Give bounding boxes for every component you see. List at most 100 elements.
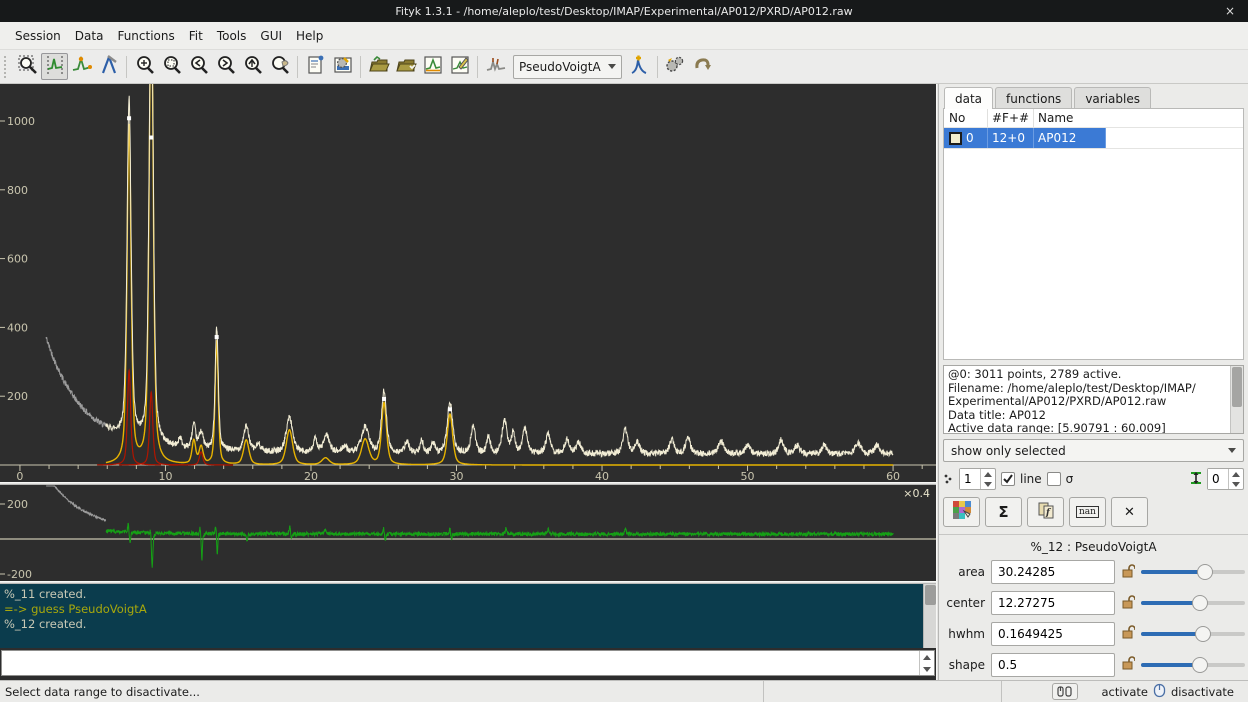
point-size-spinbox[interactable] [959,468,996,490]
menu-help[interactable]: Help [289,25,330,47]
mouse-icon [1153,683,1166,701]
shift-spinbox[interactable] [1207,468,1244,490]
zoom-out-button[interactable] [212,53,239,80]
dataset-name: AP012 [1034,128,1106,148]
copy-functions-button[interactable]: f [1027,497,1064,527]
command-input[interactable] [2,651,919,675]
info-scrollbar[interactable] [1230,366,1243,433]
menu-tools[interactable]: Tools [210,25,254,47]
menu-session[interactable]: Session [8,25,68,47]
grid-header-f[interactable]: #F+# [988,109,1034,127]
tab-functions[interactable]: functions [995,87,1072,109]
sigma-checkbox[interactable] [1047,472,1061,486]
sum-button[interactable]: Σ [985,497,1022,527]
table-row[interactable]: 0 12+0 AP012 [944,128,1243,149]
zoom-selection-icon [161,54,183,80]
plot-column: 01020304050602004006008001000 200-200 ×0… [0,84,936,680]
add-function-icon [628,54,650,80]
dataset-checkbox[interactable] [949,132,962,145]
param-shape-input[interactable] [991,653,1115,677]
chevron-down-icon [1228,448,1236,453]
point-size-input[interactable] [960,469,980,489]
set-nan-button[interactable]: nan [1069,497,1106,527]
load-data-button[interactable] [365,53,392,80]
grid-header-name[interactable]: Name [1034,109,1106,127]
nan-label: nan [1076,506,1099,518]
open-folder-plus-icon [395,54,417,80]
data-range-mode-button[interactable] [41,53,68,80]
svg-text:200: 200 [7,390,28,403]
mouse-hint-button[interactable] [1052,683,1078,700]
param-label: center [943,596,985,610]
add-point-mode-icon [98,54,120,80]
history-up-icon[interactable] [920,651,934,663]
color-gradient-button[interactable] [943,497,980,527]
sigma-sum-label: Σ [998,503,1008,521]
grid-header-row: No #F+# Name [944,109,1243,128]
param-area-slider[interactable] [1141,563,1245,581]
command-history-spinner[interactable] [919,651,934,675]
param-row-area: area [943,557,1244,588]
param-shape-slider[interactable] [1141,656,1245,674]
dataset-no: 0 [966,131,974,145]
zoom-mode-button[interactable] [14,53,41,80]
function-type-dropdown[interactable]: PseudoVoigtA [513,55,622,79]
show-info-button[interactable] [302,53,329,80]
close-window-button[interactable]: × [1221,0,1239,22]
add-function-button[interactable] [626,53,653,80]
undo-zoom-button[interactable] [266,53,293,80]
menu-functions[interactable]: Functions [110,25,181,47]
panel-divider [939,534,1248,535]
data-summary-button[interactable] [419,53,446,80]
svg-text:60: 60 [886,470,900,482]
lock-open-icon [1121,563,1135,582]
run-fit-button[interactable] [662,53,689,80]
menu-gui[interactable]: GUI [253,25,289,47]
svg-text:40: 40 [595,470,609,482]
zoom-all-button[interactable] [131,53,158,80]
delete-button[interactable]: ✕ [1111,497,1148,527]
grid-header-no[interactable]: No [944,109,988,127]
param-area-input[interactable] [991,560,1115,584]
shift-input[interactable] [1208,469,1228,489]
tab-data[interactable]: data [944,87,993,109]
main-content: 01020304050602004006008001000 200-200 ×0… [0,84,1248,680]
param-hwhm-input[interactable] [991,622,1115,646]
continue-fit-button[interactable] [689,53,716,80]
load-data-custom-button[interactable] [392,53,419,80]
aux-scale-label: ×0.4 [903,487,930,500]
menu-data[interactable]: Data [68,25,111,47]
lock-open-icon [1121,624,1135,643]
svg-text:400: 400 [7,321,28,334]
tab-variables[interactable]: variables [1074,87,1151,109]
history-down-icon[interactable] [920,663,934,675]
info-scrollbar-thumb[interactable] [1232,367,1242,407]
zoom-selection-button[interactable] [158,53,185,80]
zoom-vertical-button[interactable] [239,53,266,80]
param-center-slider[interactable] [1141,594,1245,612]
add-point-mode-button[interactable] [95,53,122,80]
fityk-window: Fityk 1.3.1 - /home/aleplo/test/Desktop/… [0,0,1248,702]
param-center-input[interactable] [991,591,1115,615]
menu-fit[interactable]: Fit [182,25,210,47]
find-peaks-button[interactable] [482,53,509,80]
gui-config-button[interactable] [329,53,356,80]
sidebar-tabs: data functions variables [943,87,1244,109]
undo-zoom-icon [269,54,291,80]
functions-copy-icon: f [1036,500,1056,524]
toolbar: PseudoVoigtA [0,50,1248,84]
auxiliary-plot[interactable]: 200-200 [0,485,936,581]
main-plot[interactable]: 01020304050602004006008001000 [0,84,936,482]
data-editor-button[interactable] [446,53,473,80]
add-peak-mode-button[interactable] [68,53,95,80]
console-scrollbar[interactable] [923,584,936,648]
line-checkbox[interactable] [1001,472,1015,486]
console-scrollbar-thumb[interactable] [925,585,936,605]
svg-text:0: 0 [16,470,23,482]
data-grid: No #F+# Name 0 12+0 AP012 [943,108,1244,360]
param-hwhm-slider[interactable] [1141,625,1245,643]
data-shift-icon [1190,471,1202,488]
svg-text:-200: -200 [7,568,32,581]
show-filter-dropdown[interactable]: show only selected [943,439,1244,462]
zoom-previous-button[interactable] [185,53,212,80]
